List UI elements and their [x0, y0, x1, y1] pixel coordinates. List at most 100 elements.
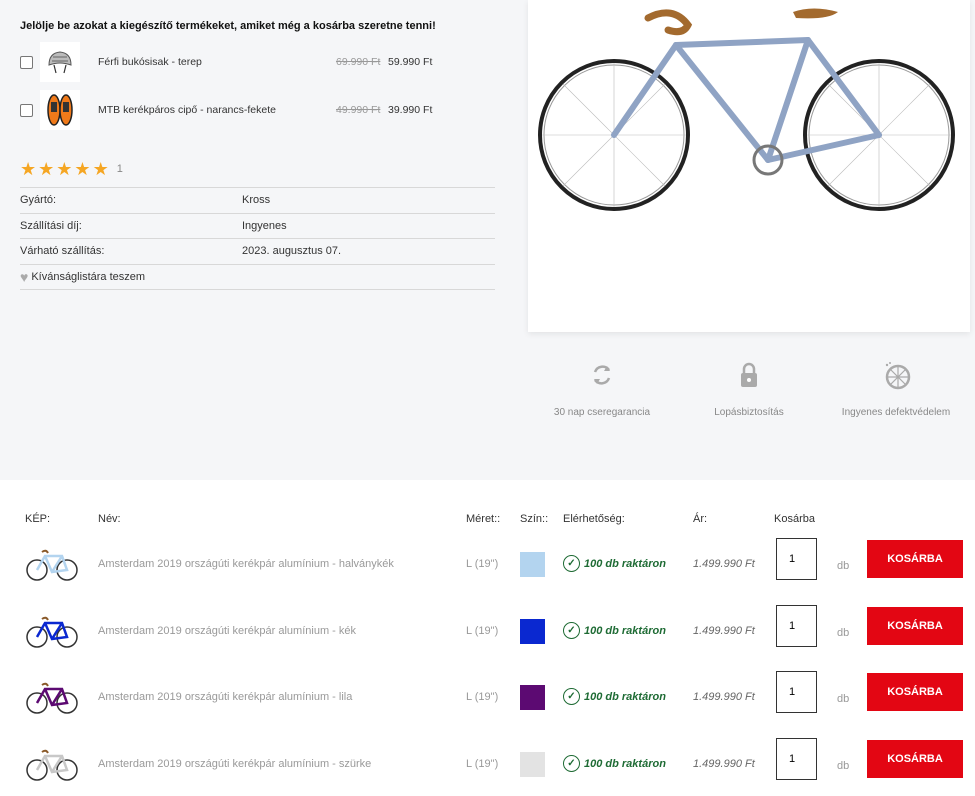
info-key: Gyártó: — [20, 194, 57, 207]
bike-thumbnail[interactable] — [25, 746, 79, 782]
add-to-cart-button[interactable]: KOSÁRBA — [867, 740, 963, 778]
table-row: Amsterdam 2019 országúti kerékpár alumín… — [0, 665, 975, 731]
variants-table: KÉP: Név: Méret:: Szín:: Elérhetőség: Ár… — [0, 480, 975, 796]
info-value: Kross — [242, 194, 271, 207]
shoes-thumbnail — [40, 90, 80, 130]
product-details-section: Jelölje be azokat a kiegészítő termékeke… — [0, 0, 975, 480]
variant-size: L (19") — [466, 558, 499, 570]
table-row: Amsterdam 2019 országúti kerékpár alumín… — [0, 599, 975, 665]
quantity-input[interactable] — [776, 738, 817, 780]
exchange-icon — [593, 365, 611, 385]
helmet-thumbnail — [40, 42, 80, 82]
wishlist-label: Kívánságlistára teszem — [31, 270, 146, 283]
header-price: Ár: — [693, 513, 708, 525]
addon-old-price: 69.990 Ft — [336, 56, 381, 68]
stock-label: 100 db raktáron — [584, 557, 666, 570]
info-value: Ingyenes — [242, 219, 287, 232]
addon-old-price: 49.990 Ft — [336, 104, 381, 116]
product-info: Gyártó: Kross Szállítási díj: Ingyenes V… — [20, 187, 495, 290]
add-to-cart-button[interactable]: KOSÁRBA — [867, 540, 963, 578]
table-row: Amsterdam 2019 országúti kerékpár alumín… — [0, 732, 975, 796]
addon-price: 39.990 Ft — [388, 104, 433, 116]
wishlist-link[interactable]: ♥ Kívánságlistára teszem — [20, 263, 495, 290]
star-icon: ★ — [20, 159, 37, 179]
header-availability: Elérhetőség: — [563, 513, 625, 525]
unit-label: db — [837, 627, 850, 639]
addon-checkbox[interactable] — [20, 55, 33, 69]
color-swatch — [520, 752, 545, 777]
addon-price: 59.990 Ft — [388, 56, 433, 68]
stock-status: ✓ 100 db raktáron — [563, 688, 666, 705]
product-image[interactable] — [528, 0, 970, 332]
header-cart: Kosárba — [774, 513, 815, 525]
rating-count: 1 — [116, 163, 123, 175]
quantity-input[interactable] — [776, 671, 817, 713]
addon-item: Férfi bukósisak - terep 69.990 Ft 59.990… — [20, 40, 440, 84]
variant-size: L (19") — [466, 758, 499, 770]
header-color: Szín:: — [520, 513, 549, 525]
wheel-icon — [885, 362, 911, 390]
stock-label: 100 db raktáron — [584, 757, 666, 770]
bike-thumbnail[interactable] — [25, 546, 79, 582]
color-swatch — [520, 552, 545, 577]
bike-thumbnail[interactable] — [25, 679, 79, 715]
unit-label: db — [837, 560, 850, 572]
star-icon: ★ — [74, 159, 91, 179]
heart-icon: ♥ — [20, 268, 29, 285]
unit-label: db — [837, 760, 850, 772]
check-circle-icon: ✓ — [563, 755, 580, 772]
header-image: KÉP: — [25, 513, 51, 525]
add-to-cart-button[interactable]: KOSÁRBA — [867, 673, 963, 711]
feature-puncture-protection: Ingyenes defektvédelem — [830, 360, 962, 418]
stock-label: 100 db raktáron — [584, 624, 666, 637]
stock-status: ✓ 100 db raktáron — [563, 555, 666, 572]
add-to-cart-button[interactable]: KOSÁRBA — [867, 607, 963, 645]
quantity-input[interactable] — [776, 538, 817, 580]
feature-theft-insurance: Lopásbiztosítás — [690, 360, 808, 418]
variant-price: 1.499.990 Ft — [693, 558, 755, 570]
check-circle-icon: ✓ — [563, 688, 580, 705]
variant-name[interactable]: Amsterdam 2019 országúti kerékpár alumín… — [98, 758, 371, 770]
variant-price: 1.499.990 Ft — [693, 758, 755, 770]
variant-size: L (19") — [466, 691, 499, 703]
info-row-manufacturer: Gyártó: Kross — [20, 187, 495, 213]
feature-label: Lopásbiztosítás — [714, 407, 784, 418]
addon-item: MTB kerékpáros cipő - narancs-fekete 49.… — [20, 88, 440, 132]
addons-title: Jelölje be azokat a kiegészítő termékeke… — [20, 20, 436, 32]
star-icon: ★ — [38, 159, 55, 179]
info-key: Szállítási díj: — [20, 219, 82, 232]
addon-name[interactable]: Férfi bukósisak - terep — [98, 56, 336, 68]
info-value: 2023. augusztus 07. — [242, 245, 342, 258]
star-icon: ★ — [92, 159, 109, 179]
stock-label: 100 db raktáron — [584, 690, 666, 703]
header-size: Méret:: — [466, 513, 501, 525]
star-icon: ★ — [56, 159, 73, 179]
bike-thumbnail[interactable] — [25, 613, 79, 649]
lock-icon — [741, 362, 757, 387]
color-swatch — [520, 619, 545, 644]
bicycle-image — [538, 8, 955, 211]
info-row-shipping-fee: Szállítási díj: Ingyenes — [20, 212, 495, 239]
variant-name[interactable]: Amsterdam 2019 országúti kerékpár alumín… — [98, 691, 352, 703]
variant-name[interactable]: Amsterdam 2019 országúti kerékpár alumín… — [98, 625, 356, 637]
info-row-expected-delivery: Várható szállítás: 2023. augusztus 07. — [20, 238, 495, 264]
variant-size: L (19") — [466, 625, 499, 637]
header-name: Név: — [98, 513, 121, 525]
feature-exchange: 30 nap cseregarancia — [546, 360, 658, 418]
check-circle-icon: ✓ — [563, 555, 580, 572]
check-circle-icon: ✓ — [563, 622, 580, 639]
color-swatch — [520, 685, 545, 710]
variant-name[interactable]: Amsterdam 2019 országúti kerékpár alumín… — [98, 558, 394, 570]
table-row: Amsterdam 2019 országúti kerékpár alumín… — [0, 532, 975, 598]
stock-status: ✓ 100 db raktáron — [563, 622, 666, 639]
addon-name[interactable]: MTB kerékpáros cipő - narancs-fekete — [98, 104, 336, 116]
stock-status: ✓ 100 db raktáron — [563, 755, 666, 772]
info-key: Várható szállítás: — [20, 245, 105, 258]
addon-checkbox[interactable] — [20, 103, 33, 117]
unit-label: db — [837, 693, 850, 705]
feature-label: 30 nap cseregarancia — [553, 407, 651, 418]
quantity-input[interactable] — [776, 605, 817, 647]
variant-price: 1.499.990 Ft — [693, 625, 755, 637]
feature-label: Ingyenes defektvédelem — [841, 407, 951, 418]
variant-price: 1.499.990 Ft — [693, 691, 755, 703]
